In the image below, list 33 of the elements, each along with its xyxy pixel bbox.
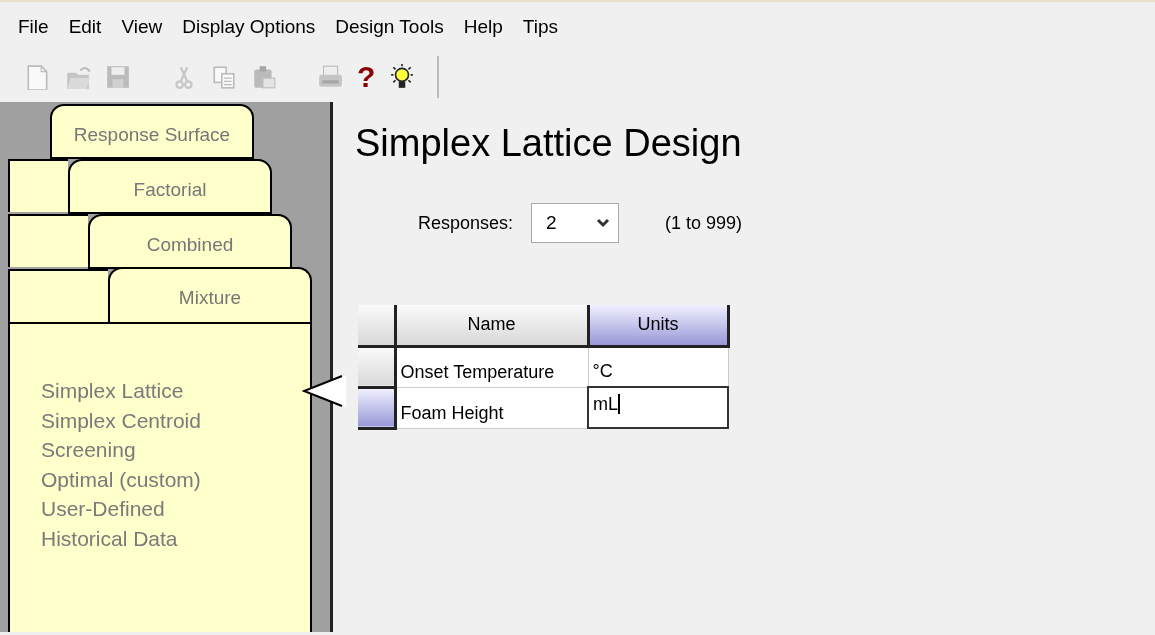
design-type-item[interactable]: Historical Data (41, 523, 178, 553)
design-tab[interactable]: Factorial (68, 159, 272, 214)
menu-item[interactable]: Help (453, 16, 513, 38)
range-hint: (1 to 999) (665, 212, 743, 234)
menu-item[interactable]: Design Tools (325, 16, 454, 38)
design-tab[interactable]: Response Surface (50, 104, 254, 159)
column-header[interactable]: Name (395, 305, 588, 346)
cell-input[interactable]: mL (588, 387, 728, 428)
menu-item[interactable]: Tips (512, 16, 568, 38)
table-cell: Foam Height (395, 387, 588, 428)
row-header[interactable] (358, 387, 395, 428)
menu-item[interactable]: View (111, 16, 173, 38)
column-header[interactable]: Units (588, 305, 728, 346)
help-button[interactable]: ? (357, 64, 376, 90)
design-type-item[interactable]: Simplex Lattice (41, 376, 184, 406)
menu-item[interactable]: Edit (58, 16, 112, 38)
table-cell: Onset Temperature (395, 346, 588, 387)
menu-item[interactable]: Display Options (172, 16, 326, 38)
design-tab[interactable]: Combined (88, 214, 292, 269)
design-type-item[interactable]: Optimal (custom) (41, 464, 201, 494)
light-bulb-icon[interactable] (389, 64, 416, 90)
row-header[interactable] (358, 346, 395, 387)
menu-item[interactable]: File (8, 16, 59, 38)
design-type-item[interactable]: Screening (41, 435, 136, 465)
design-type-item[interactable]: User-Defined (41, 494, 165, 524)
tab-page (8, 159, 68, 212)
field-label: Responses: (418, 212, 514, 234)
responses-dropdown[interactable]: 2 (531, 203, 620, 243)
design-type-item[interactable]: Simplex Centroid (41, 405, 201, 435)
design-tab[interactable]: Mixture (108, 267, 312, 322)
chevron-down-icon (596, 218, 611, 228)
corner-header (358, 305, 395, 346)
page-title: Simplex Lattice Design (355, 122, 742, 165)
